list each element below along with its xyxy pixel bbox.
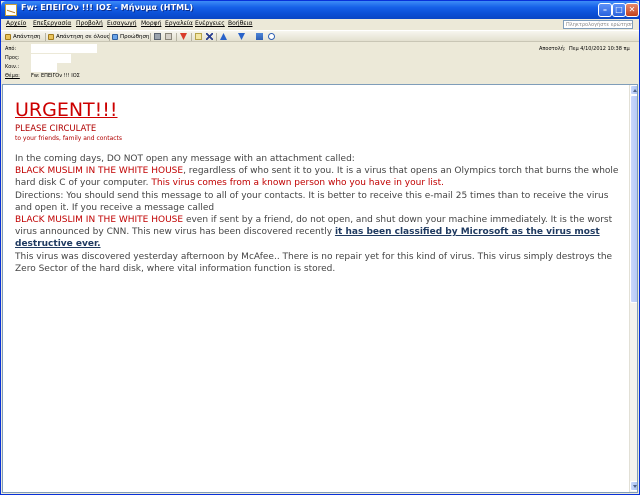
sent-label: Αποστολή: [539,46,566,52]
paragraph-2: BLACK MUSLIM IN THE WHITE HOUSE, regardl… [15,165,625,189]
next-item-icon[interactable] [238,33,245,40]
flag-icon[interactable] [180,33,187,40]
toolbar-separator [150,33,151,41]
forward-icon [112,34,118,40]
scroll-thumb[interactable] [630,95,637,303]
message-header: Από: Προς: Κοιν.: Θέμα: Fw: ΕΠΕΙΓΟν !!! … [1,42,639,84]
toolbar-separator [45,33,46,41]
cc-field[interactable] [31,63,57,72]
subject-value: Fw: ΕΠΕΙΓΟν !!! ΙΟΣ [31,73,80,79]
to-label: Προς: [5,55,20,61]
toolbar: Απάντηση Απάντηση σε όλους Προώθηση [1,30,639,42]
reply-all-label: Απάντηση σε όλους [56,34,110,40]
reply-label: Απάντηση [13,34,41,40]
menu-bar: Αρχείο Επεξεργασία Προβολή Εισαγωγή Μορφ… [1,19,639,30]
categorize-icon[interactable] [195,33,202,40]
window-title: Fw: ΕΠΕΙΓΟν !!! ΙΟΣ - Μήνυμα (HTML) [21,3,194,12]
help-icon[interactable] [268,33,275,40]
paragraph-5: This virus was discovered yesterday afte… [15,251,613,274]
subject-label: Θέμα: [5,73,20,79]
paragraph-3: Directions: You should send this message… [15,190,609,213]
move-to-folder-icon[interactable] [165,33,172,40]
message-content: URGENT!!! PLEASE CIRCULATE to your frien… [15,99,625,275]
forward-button[interactable]: Προώθηση [112,32,149,42]
address-book-icon[interactable] [256,33,263,40]
cc-label: Κοιν.: [5,64,20,70]
urgent-heading: URGENT!!! [15,99,118,121]
reply-all-icon [48,34,54,40]
menu-format[interactable]: Μορφή [141,20,161,27]
reply-all-button[interactable]: Απάντηση σε όλους [48,32,110,42]
menu-tools[interactable]: Εργαλεία [165,20,193,27]
paragraph-4: BLACK MUSLIM IN THE WHITE HOUSE even if … [15,214,625,251]
previous-item-icon[interactable] [220,33,227,40]
scroll-down-arrow-icon[interactable] [630,481,637,491]
menu-edit[interactable]: Επεξεργασία [33,20,71,27]
virus-name: BLACK MUSLIM IN THE WHITE HOUSE [15,166,184,177]
close-button[interactable]: ✕ [625,3,639,17]
title-bar[interactable]: Fw: ΕΠΕΙΓΟν !!! ΙΟΣ - Μήνυμα (HTML) – □ … [1,1,639,19]
paragraph-2-warning: This virus comes from a known person who… [151,178,444,189]
friends-subheading: to your friends, family and contacts [15,135,123,142]
delete-icon[interactable] [206,33,213,40]
from-label: Από: [5,46,17,52]
scroll-up-arrow-icon[interactable] [630,85,637,95]
sent-value: Πεμ 4/10/2012 10:38 πμ [569,46,630,52]
forward-label: Προώθηση [120,34,150,40]
to-field[interactable] [31,54,71,63]
from-field[interactable] [31,44,97,53]
toolbar-separator [176,33,177,41]
envelope-icon [5,4,17,16]
menu-view[interactable]: Προβολή [76,20,103,27]
vertical-scrollbar[interactable] [629,85,637,492]
message-body[interactable]: URGENT!!! PLEASE CIRCULATE to your frien… [2,84,638,493]
circulate-heading: PLEASE CIRCULATE [15,124,97,134]
print-icon[interactable] [154,33,161,40]
toolbar-separator [216,33,217,41]
help-question-input[interactable]: Πληκτρολογήστε ερώτηση [563,20,633,29]
reply-icon [5,34,11,40]
reply-button[interactable]: Απάντηση [5,32,41,42]
menu-file[interactable]: Αρχείο [6,20,26,27]
minimize-button[interactable]: – [598,3,612,17]
menu-insert[interactable]: Εισαγωγή [107,20,137,27]
maximize-button[interactable]: □ [612,3,626,17]
toolbar-separator [109,33,110,41]
outlook-message-window: Fw: ΕΠΕΙΓΟν !!! ΙΟΣ - Μήνυμα (HTML) – □ … [0,0,640,495]
virus-name: BLACK MUSLIM IN THE WHITE HOUSE [15,215,184,226]
paragraph-1: In the coming days, DO NOT open any mess… [15,154,355,164]
menu-actions[interactable]: Ενέργειες [195,20,225,27]
menu-help[interactable]: Βοήθεια [228,20,253,27]
toolbar-separator [191,33,192,41]
